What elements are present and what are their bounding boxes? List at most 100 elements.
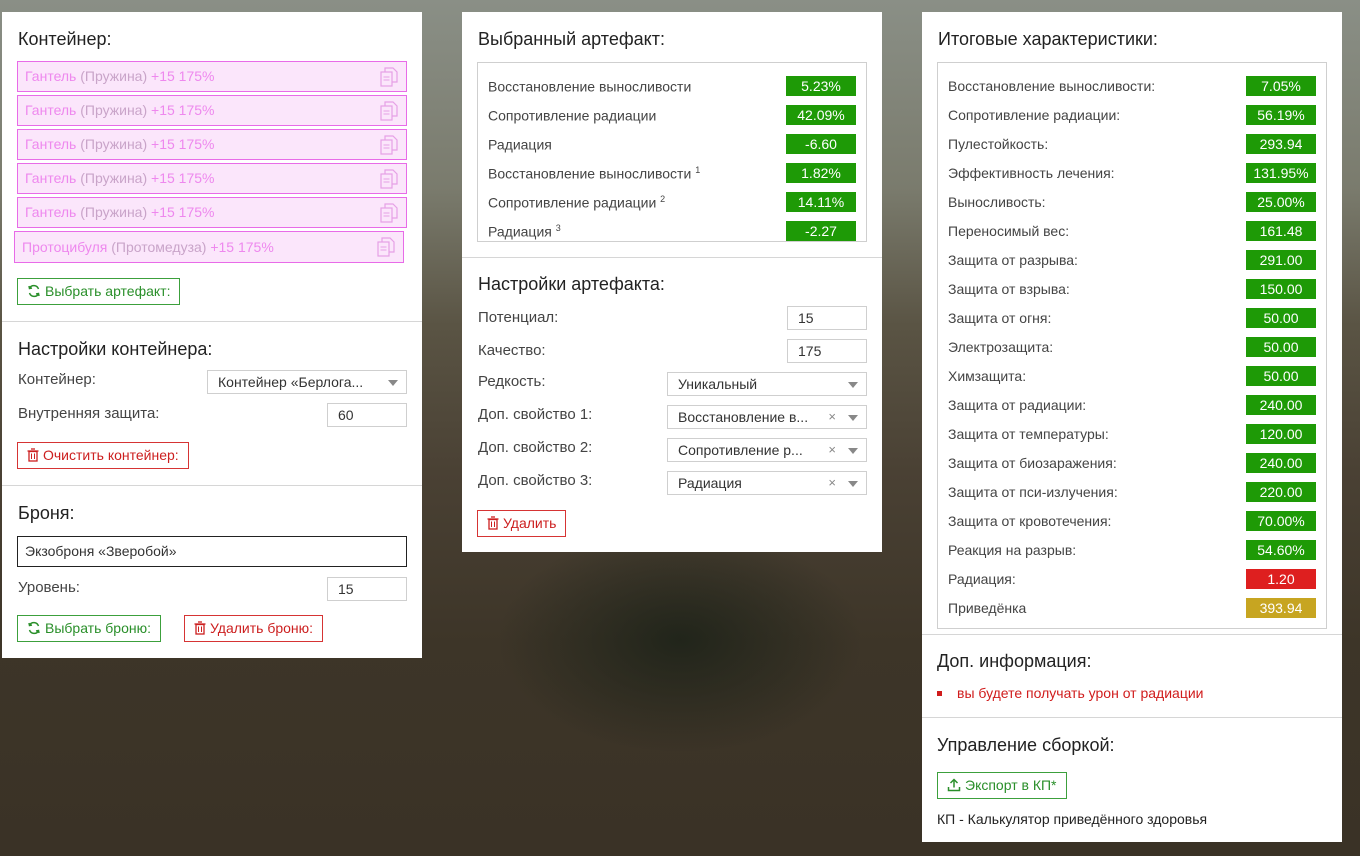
inner-protection-input[interactable]: 60 — [327, 403, 407, 427]
container-select-value: Контейнер «Берлога... — [218, 374, 364, 390]
export-label: Экспорт в КП* — [965, 777, 1057, 793]
export-button[interactable]: Экспорт в КП* — [937, 772, 1067, 799]
stat-value: 54.60% — [1246, 540, 1316, 560]
stat-name: Защита от разрыва: — [948, 252, 1078, 268]
artifact-name: Гантель — [25, 102, 77, 118]
stat-name: Эффективность лечения: — [948, 165, 1115, 181]
container-artifact-item[interactable]: Гантель (Пружина) +15 175% — [17, 129, 407, 160]
stat-name: Пулестойкость: — [948, 136, 1049, 152]
total-stat-row: Защита от огня: 50.00 — [948, 306, 1316, 335]
stat-value: 291.00 — [1246, 250, 1316, 270]
artifact-name: Гантель — [25, 136, 77, 152]
extra3-select[interactable]: Радиация × — [667, 471, 867, 495]
copy-icon[interactable] — [380, 101, 398, 121]
copy-icon[interactable] — [380, 203, 398, 223]
stat-value: 161.48 — [1246, 221, 1316, 241]
artifact-name: Протоцибуля — [22, 239, 108, 255]
artifact-stat-row: Сопротивление радиации 42.09% — [488, 103, 856, 132]
artifact-stat-row: Радиация -6.60 — [488, 132, 856, 161]
container-artifact-item[interactable]: Гантель (Пружина) +15 175% — [17, 197, 407, 228]
stat-value: 240.00 — [1246, 395, 1316, 415]
container-panel: Контейнер: Выбрать артефакт: Настройки к… — [2, 12, 422, 658]
stat-value: 7.05% — [1246, 76, 1316, 96]
artifact-stat-row: Восстановление выносливости 5.23% — [488, 74, 856, 103]
artifact-stat-row: Сопротивление радиации 2 14.11% — [488, 190, 856, 219]
stat-name: Защита от взрыва: — [948, 281, 1070, 297]
total-stat-row: Защита от разрыва: 291.00 — [948, 248, 1316, 277]
select-armor-button[interactable]: Выбрать броню: — [17, 615, 161, 642]
total-stat-row: Выносливость: 25.00% — [948, 190, 1316, 219]
potential-input[interactable]: 15 — [787, 306, 867, 330]
stat-footnote-mark: 1 — [695, 165, 701, 175]
artifact-stats-box: Восстановление выносливости 5.23% Сопроти… — [477, 62, 867, 242]
stat-value: 240.00 — [1246, 453, 1316, 473]
stat-footnote-mark: 3 — [555, 223, 561, 233]
rarity-select-value: Уникальный — [678, 376, 758, 392]
clear-container-label: Очистить контейнер: — [43, 447, 179, 463]
artifact-type: (Пружина) — [80, 204, 148, 220]
stat-name: Выносливость: — [948, 194, 1046, 210]
armor-field[interactable]: Экзоброня «Зверобой» — [17, 536, 407, 567]
total-stat-row: Сопротивление радиации: 56.19% — [948, 103, 1316, 132]
stat-name: Защита от температуры: — [948, 426, 1109, 442]
copy-icon[interactable] — [380, 135, 398, 155]
armor-level-input[interactable]: 15 — [327, 577, 407, 601]
container-artifact-item[interactable]: Гантель (Пружина) +15 175% — [17, 95, 407, 126]
stat-name: Переносимый вес: — [948, 223, 1070, 239]
clear-icon[interactable]: × — [828, 472, 836, 494]
rarity-label: Редкость: — [478, 373, 546, 390]
extra2-select-value: Сопротивление р... — [678, 442, 803, 458]
total-stat-row: Электрозащита: 50.00 — [948, 335, 1316, 364]
stat-value: 150.00 — [1246, 279, 1316, 299]
artifact-stat-row: Радиация 3 -2.27 — [488, 219, 856, 248]
stat-value: 14.11% — [786, 192, 856, 212]
delete-artifact-label: Удалить — [503, 515, 557, 531]
artifact-type: (Пружина) — [80, 170, 148, 186]
stat-value: 50.00 — [1246, 308, 1316, 328]
extra3-label: Доп. свойство 3: — [478, 472, 593, 489]
clear-icon[interactable]: × — [828, 406, 836, 428]
extra1-select[interactable]: Восстановление в... × — [667, 405, 867, 429]
stat-name: Защита от кровотечения: — [948, 513, 1112, 529]
copy-icon[interactable] — [377, 237, 395, 257]
divider — [2, 485, 422, 486]
footnote: КП - Калькулятор приведённого здоровья — [937, 811, 1208, 827]
delete-armor-button[interactable]: Удалить броню: — [184, 615, 324, 642]
divider — [2, 321, 422, 322]
artifact-stat-row: Восстановление выносливости 1 1.82% — [488, 161, 856, 190]
container-artifact-item[interactable]: Протоцибуля (Протомедуза) +15 175% — [14, 231, 404, 263]
container-select[interactable]: Контейнер «Берлога... — [207, 370, 407, 394]
stat-name: Восстановление выносливости: — [948, 78, 1156, 94]
inner-protection-label: Внутренняя защита: — [18, 405, 160, 422]
extra2-select[interactable]: Сопротивление р... × — [667, 438, 867, 462]
copy-icon[interactable] — [380, 169, 398, 189]
bullet-icon — [937, 691, 942, 696]
delete-artifact-button[interactable]: Удалить — [477, 510, 567, 537]
quality-input[interactable]: 175 — [787, 339, 867, 363]
container-artifact-item[interactable]: Гантель (Пружина) +15 175% — [17, 163, 407, 194]
clear-icon[interactable]: × — [828, 439, 836, 461]
select-armor-label: Выбрать броню: — [45, 620, 151, 636]
stat-name: Восстановление выносливости — [488, 78, 692, 95]
armor-level-label: Уровень: — [18, 579, 80, 596]
select-artifact-label: Выбрать артефакт: — [45, 283, 171, 299]
artifact-level: +15 175% — [210, 239, 274, 255]
stat-name: Сопротивление радиации — [488, 107, 657, 124]
container-artifact-item[interactable]: Гантель (Пружина) +15 175% — [17, 61, 407, 92]
artifact-name: Гантель — [25, 170, 77, 186]
stat-name: Восстановление выносливости 1 — [488, 165, 701, 182]
rarity-select[interactable]: Уникальный — [667, 372, 867, 396]
armor-title: Броня: — [18, 503, 75, 523]
stat-name: Реакция на разрыв: — [948, 542, 1077, 558]
total-stat-row: Защита от температуры: 120.00 — [948, 422, 1316, 451]
select-artifact-button[interactable]: Выбрать артефакт: — [17, 278, 181, 305]
extra2-label: Доп. свойство 2: — [478, 439, 593, 456]
stat-name: Сопротивление радиации: — [948, 107, 1121, 123]
stat-value: 293.94 — [1246, 134, 1316, 154]
copy-icon[interactable] — [380, 67, 398, 87]
potential-label: Потенциал: — [478, 309, 559, 326]
clear-container-button[interactable]: Очистить контейнер: — [17, 442, 189, 469]
chevron-down-icon — [848, 481, 858, 487]
divider — [922, 717, 1342, 718]
stat-value: 42.09% — [786, 105, 856, 125]
